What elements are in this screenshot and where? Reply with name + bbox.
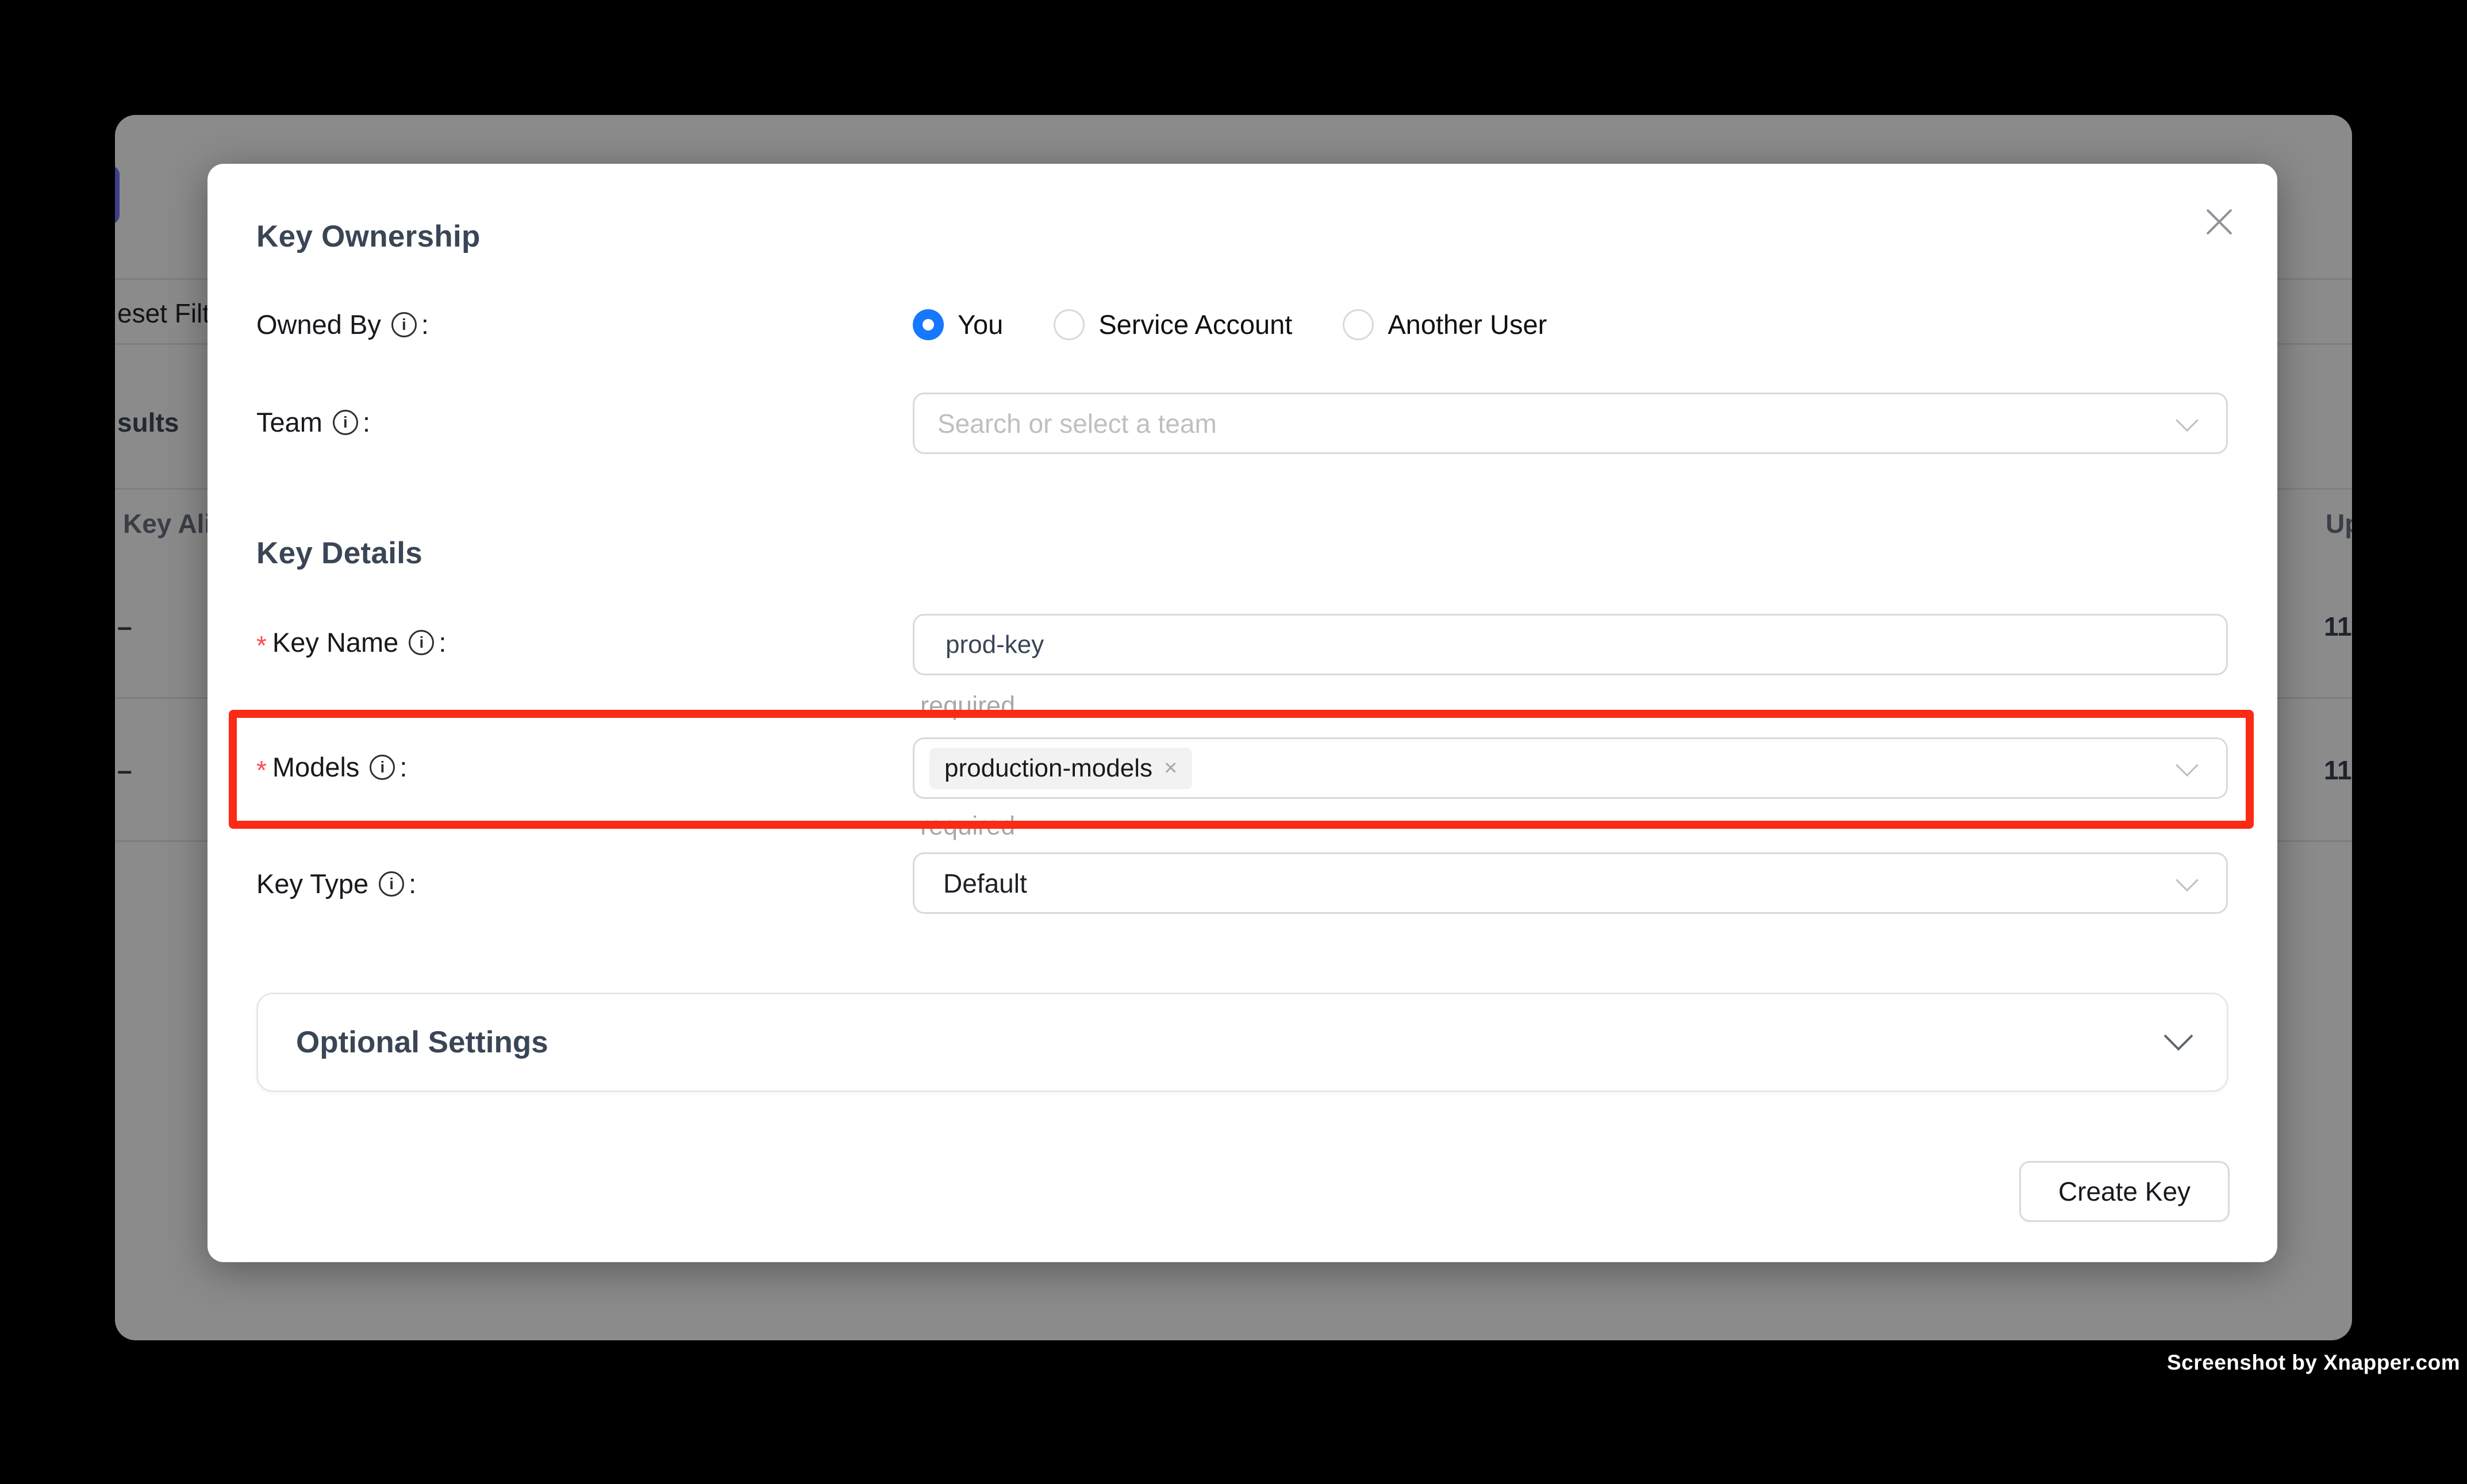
radio-selected-icon — [913, 309, 944, 340]
team-label: Team i : — [256, 406, 370, 438]
radio-another-user-label: Another User — [1388, 309, 1547, 340]
key-name-label: * Key Name i : — [256, 626, 446, 658]
label-colon: : — [363, 406, 370, 438]
models-select[interactable]: production-models × — [913, 737, 2228, 799]
create-key-modal: Key Ownership Owned By i : You Service A… — [207, 164, 2277, 1262]
key-type-label: Key Type i : — [256, 868, 416, 899]
radio-service-account-label: Service Account — [1098, 309, 1292, 340]
key-name-input[interactable]: prod-key — [913, 614, 2228, 675]
key-name-validation-hint: required — [920, 691, 1015, 721]
chevron-down-icon — [2176, 868, 2199, 891]
chevron-down-icon — [2176, 409, 2199, 432]
info-icon[interactable]: i — [409, 630, 434, 655]
radio-you[interactable]: You — [913, 309, 1003, 340]
create-key-button[interactable]: Create Key — [2019, 1161, 2230, 1222]
xnapper-watermark: Screenshot by Xnapper.com — [2167, 1351, 2460, 1375]
team-select-placeholder: Search or select a team — [937, 408, 1217, 439]
key-type-value: Default — [943, 868, 1027, 899]
page: eset Filt sults Key Alia Up – 11/ – 11/ … — [0, 0, 2467, 1484]
label-colon: : — [409, 868, 416, 899]
label-colon: : — [439, 626, 446, 658]
remove-tag-icon[interactable]: × — [1164, 755, 1177, 781]
info-icon[interactable]: i — [333, 410, 358, 435]
radio-another-user[interactable]: Another User — [1343, 309, 1547, 340]
key-details-section-title: Key Details — [256, 536, 422, 571]
optional-settings-label: Optional Settings — [296, 1025, 548, 1060]
models-label: * Models i : — [256, 751, 407, 783]
owned-by-label: Owned By i : — [256, 309, 429, 340]
info-icon[interactable]: i — [370, 755, 395, 780]
label-colon: : — [421, 309, 429, 340]
info-icon[interactable]: i — [391, 312, 417, 337]
chevron-down-icon — [2176, 753, 2199, 776]
modal-title: Key Ownership — [256, 219, 481, 254]
selected-model-tag-label: production-models — [944, 754, 1152, 783]
selected-model-tag: production-models × — [929, 748, 1192, 789]
key-name-value: prod-key — [946, 630, 1044, 659]
key-name-label-text: Key Name — [272, 626, 398, 658]
radio-unselected-icon — [1343, 309, 1374, 340]
radio-service-account[interactable]: Service Account — [1054, 309, 1292, 340]
optional-settings-accordion[interactable]: Optional Settings — [256, 993, 2228, 1092]
owned-by-radio-group: You Service Account Another User — [913, 309, 1597, 340]
radio-unselected-icon — [1054, 309, 1085, 340]
label-colon: : — [399, 751, 407, 783]
models-validation-hint: required — [920, 811, 1015, 841]
team-label-text: Team — [256, 406, 322, 438]
info-icon[interactable]: i — [379, 871, 404, 897]
key-type-select[interactable]: Default — [913, 852, 2228, 914]
chevron-down-icon — [2164, 1021, 2193, 1051]
owned-by-label-text: Owned By — [256, 309, 381, 340]
required-asterisk: * — [256, 630, 267, 661]
team-select[interactable]: Search or select a team — [913, 393, 2228, 454]
required-asterisk: * — [256, 755, 267, 786]
models-label-text: Models — [272, 751, 360, 783]
radio-you-label: You — [958, 309, 1003, 340]
key-type-label-text: Key Type — [256, 868, 368, 899]
close-icon[interactable] — [2203, 205, 2236, 239]
